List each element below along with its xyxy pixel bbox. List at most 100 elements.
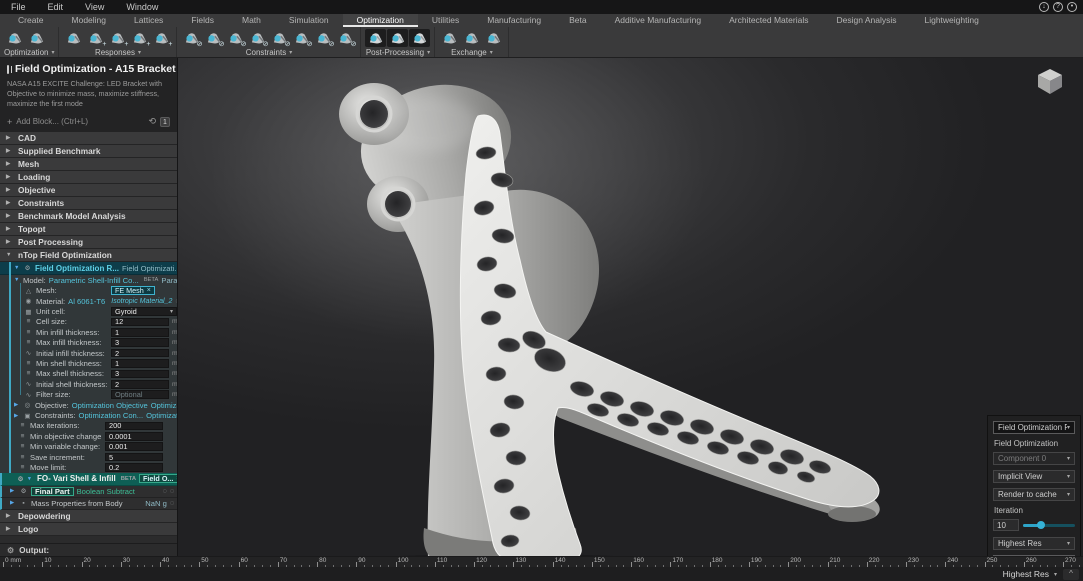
- tab-utilities[interactable]: Utilities: [418, 14, 473, 27]
- shape-constraint-icon[interactable]: ⊘: [291, 29, 312, 47]
- sidebar-section-loading[interactable]: ▶Loading: [0, 171, 177, 184]
- visibility-toggle-icon[interactable]: ◌: [170, 488, 174, 495]
- constraints-row[interactable]: ▶▣Constraints:Optimization Con...Optimiz…: [0, 410, 177, 420]
- output-row[interactable]: ⚙ Output:: [0, 543, 177, 556]
- fe-mesh-chip[interactable]: FE Mesh×: [111, 286, 155, 295]
- tab-math[interactable]: Math: [228, 14, 275, 27]
- notification-count-badge[interactable]: 1: [160, 117, 170, 127]
- import-icon[interactable]: [439, 29, 460, 47]
- sidebar-section-benchmark-model-analysis[interactable]: ▶Benchmark Model Analysis: [0, 210, 177, 223]
- slider-thumb[interactable]: [1037, 521, 1045, 529]
- collapse-panel-button[interactable]: ^: [1063, 569, 1079, 580]
- sidebar-section-depowdering[interactable]: ▶Depowdering: [0, 510, 177, 523]
- tab-modeling[interactable]: Modeling: [58, 14, 121, 27]
- param-input[interactable]: 2: [111, 380, 169, 389]
- stress-constraint-icon[interactable]: ⊘: [203, 29, 224, 47]
- toolbar-group-label[interactable]: Post-Processing▾: [365, 47, 430, 57]
- toolbar-group-label[interactable]: Responses▾: [63, 47, 172, 57]
- preview-toggle-icon[interactable]: ◌: [175, 298, 177, 305]
- tab-lightweighting[interactable]: Lightweighting: [910, 14, 992, 27]
- param-input[interactable]: 3: [111, 370, 169, 379]
- smooth-result-icon[interactable]: [365, 29, 386, 47]
- account-circle-icon[interactable]: •: [1067, 2, 1077, 12]
- tab-architected-materials[interactable]: Architected Materials: [715, 14, 822, 27]
- sidebar-section-objective[interactable]: ▶Objective: [0, 184, 177, 197]
- preview-toggle-icon[interactable]: ◌: [163, 488, 167, 495]
- iteration-slider[interactable]: [1023, 524, 1075, 527]
- mass-constraint-icon[interactable]: ⊘: [335, 29, 356, 47]
- volume-constraint-icon[interactable]: ⊘: [247, 29, 268, 47]
- unit-cell-dropdown[interactable]: Gyroid▾: [111, 307, 177, 316]
- remesh-result-icon[interactable]: [409, 29, 430, 47]
- param-input[interactable]: 1: [111, 359, 169, 368]
- export-icon[interactable]: [461, 29, 482, 47]
- param-input[interactable]: 3: [111, 338, 169, 347]
- field-constraint-icon[interactable]: ⊘: [181, 29, 202, 47]
- component-dropdown[interactable]: Component 0 ▾: [993, 452, 1075, 465]
- param-input[interactable]: 5: [105, 453, 163, 462]
- resolution-dropdown[interactable]: Highest Res ▾: [1003, 569, 1057, 579]
- toolbar-group-label[interactable]: Constraints▾: [181, 47, 356, 57]
- param-input[interactable]: 1: [111, 328, 169, 337]
- param-input[interactable]: 0.001: [105, 442, 163, 451]
- sidebar-section-topopt[interactable]: ▶Topopt: [0, 223, 177, 236]
- toolbar-group-label[interactable]: Optimization▾: [4, 47, 54, 57]
- block-header-field-optimization[interactable]: ▼⚙Field Optimization R...Field Optimizat…: [0, 262, 177, 275]
- frequency-constraint-icon[interactable]: ⊘: [269, 29, 290, 47]
- param-input[interactable]: 0.0001: [105, 432, 163, 441]
- result-dropdown[interactable]: Field Optimization Result_1 ▾: [993, 421, 1075, 434]
- constraints-value[interactable]: Optimization Con...: [79, 411, 144, 420]
- model-value[interactable]: Parametric Shell-Infill Co...: [49, 276, 139, 285]
- view-mode-dropdown[interactable]: Implicit View ▾: [993, 470, 1075, 483]
- render-mode-dropdown[interactable]: Render to cache ▾: [993, 488, 1075, 501]
- compliance-response-icon[interactable]: +: [129, 29, 150, 47]
- sidebar-section-constraints[interactable]: ▶Constraints: [0, 197, 177, 210]
- final-part-pill[interactable]: Final Part: [31, 487, 74, 496]
- material-value[interactable]: Al 6061-T6: [68, 297, 105, 306]
- field-optimization-icon[interactable]: [26, 29, 47, 47]
- sidebar-section-supplied-benchmark[interactable]: ▶Supplied Benchmark: [0, 145, 177, 158]
- tab-manufacturing[interactable]: Manufacturing: [473, 14, 555, 27]
- block-mass-properties[interactable]: ▶▪Mass Properties from BodyNaN g◌: [0, 498, 177, 510]
- view-cube[interactable]: [1035, 66, 1065, 96]
- sidebar-section-ntop-field-optimization[interactable]: ▼nTop Field Optimization: [0, 249, 177, 262]
- tab-beta[interactable]: Beta: [555, 14, 601, 27]
- param-input[interactable]: 12: [111, 318, 169, 327]
- material-row[interactable]: ◉Material:Al 6061-T6Isotropic Material_2…: [0, 296, 177, 306]
- viewport-3d[interactable]: Field Optimization Result_1 ▾ Field Opti…: [178, 58, 1083, 581]
- block-fo-vari-shell-infill[interactable]: ⚙▾FO- Vari Shell & InfillBETAField O...×…: [0, 473, 177, 486]
- menu-file[interactable]: File: [0, 2, 37, 12]
- toolbar-group-label[interactable]: Exchange▾: [439, 47, 504, 57]
- extract-result-icon[interactable]: [387, 29, 408, 47]
- mass-response-icon[interactable]: +: [151, 29, 172, 47]
- block-final-part[interactable]: ▶⚙Final PartBoolean Subtract◌◌: [0, 486, 177, 498]
- param-input[interactable]: 0.2: [105, 463, 163, 472]
- close-icon[interactable]: ×: [176, 475, 177, 482]
- sidebar-section-logo[interactable]: ▶Logo: [0, 523, 177, 536]
- menu-edit[interactable]: Edit: [37, 2, 75, 12]
- objective-row[interactable]: ▶◎Objective:Optimization ObjectiveOptimi…: [0, 400, 177, 410]
- objective-value[interactable]: Optimization Objective: [72, 401, 148, 410]
- field-chip[interactable]: Field O...×: [139, 474, 177, 483]
- param-input[interactable]: 2: [111, 349, 169, 358]
- sidebar-section-cad[interactable]: ▶CAD: [0, 132, 177, 145]
- param-input[interactable]: 200: [105, 422, 163, 431]
- tab-fields[interactable]: Fields: [177, 14, 228, 27]
- help-circle-icon[interactable]: ?: [1053, 2, 1063, 12]
- displacement-response-icon[interactable]: +: [85, 29, 106, 47]
- overhang-constraint-icon[interactable]: ⊘: [313, 29, 334, 47]
- tab-optimization[interactable]: Optimization: [343, 14, 418, 27]
- preview-toggle-icon[interactable]: ◌: [170, 500, 174, 507]
- topology-optimization-icon[interactable]: [4, 29, 25, 47]
- sidebar-section-mesh[interactable]: ▶Mesh: [0, 158, 177, 171]
- close-icon[interactable]: ×: [147, 287, 151, 294]
- model-row[interactable]: ▼Model:Parametric Shell-Infill Co...BETA…: [0, 275, 177, 285]
- menu-window[interactable]: Window: [115, 2, 169, 12]
- mesh-row[interactable]: △Mesh:FE Mesh×: [0, 286, 177, 296]
- tab-create[interactable]: Create: [4, 14, 58, 27]
- volume-response-icon[interactable]: +: [107, 29, 128, 47]
- displacement-constraint-icon[interactable]: ⊘: [225, 29, 246, 47]
- download-circle-icon[interactable]: ↓: [1039, 2, 1049, 12]
- point-map-icon[interactable]: [483, 29, 504, 47]
- iteration-input[interactable]: 10: [993, 519, 1019, 531]
